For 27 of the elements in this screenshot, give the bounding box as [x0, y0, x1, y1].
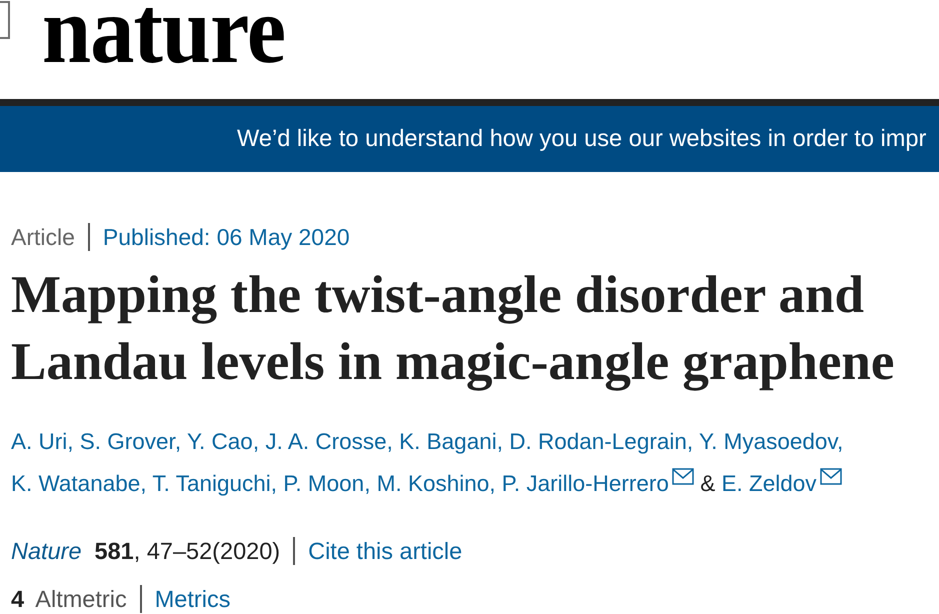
- banner-message: We’d like to understand how you use our websites in order to impr: [237, 125, 926, 154]
- altmetric-score: 4 Altmetric: [11, 586, 127, 612]
- article-type: Article: [11, 224, 75, 250]
- author-link[interactable]: E. Zeldov: [721, 471, 842, 496]
- conjunction-text: &: [700, 471, 716, 496]
- cite-link[interactable]: Cite this article: [308, 538, 462, 564]
- author-link[interactable]: D. Rodan-Legrain,: [509, 429, 694, 454]
- author-link[interactable]: M. Koshino,: [376, 471, 496, 496]
- author-link[interactable]: P. Moon,: [283, 471, 370, 496]
- author-link[interactable]: A. Uri,: [11, 429, 74, 454]
- publish-date: Published: 06 May 2020: [102, 224, 350, 250]
- author-link[interactable]: J. A. Crosse,: [265, 429, 393, 454]
- metrics-link[interactable]: Metrics: [154, 586, 230, 612]
- article-title: Mapping the twist-angle disorder and Landau levels in magic-angle graphene: [11, 265, 896, 393]
- author-link[interactable]: P. Jarillo-Herrero: [502, 471, 694, 496]
- author-link[interactable]: Y. Cao,: [186, 429, 260, 454]
- journal-name: Nature: [11, 538, 82, 564]
- author-link[interactable]: T. Taniguchi,: [152, 471, 278, 496]
- image-frame: [0, 1, 10, 39]
- envelope-icon[interactable]: [672, 468, 694, 485]
- site-logo[interactable]: nature: [42, 0, 286, 64]
- citation-details: 581, 47–52(2020): [94, 538, 280, 564]
- author-link[interactable]: S. Grover,: [80, 429, 182, 454]
- author-link[interactable]: K. Watanabe,: [11, 471, 146, 496]
- author-link[interactable]: K. Bagani,: [399, 429, 503, 454]
- envelope-icon[interactable]: [820, 468, 842, 485]
- author-link[interactable]: Y. Myasoedov,: [698, 429, 844, 454]
